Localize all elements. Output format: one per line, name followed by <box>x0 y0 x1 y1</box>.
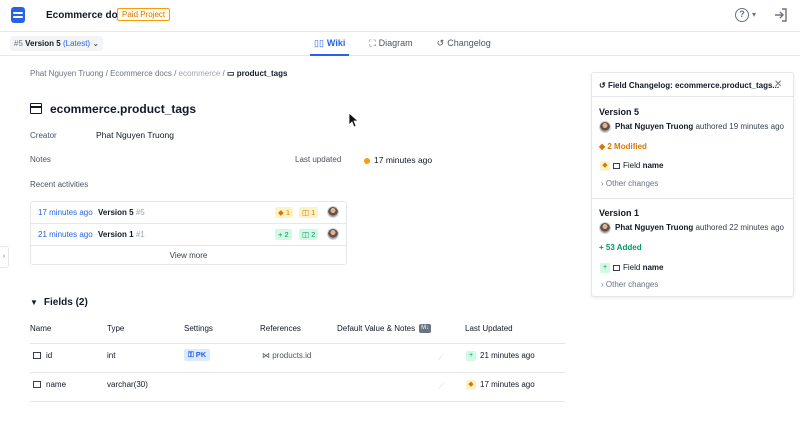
book-icon: ▯▯ <box>314 38 324 48</box>
tab-changelog[interactable]: ↺ Changelog <box>433 32 495 56</box>
relation-icon: ⋈ <box>262 351 270 360</box>
column-header-name: Name <box>30 324 52 333</box>
view-tabs: ▯▯ Wiki ⛶ Diagram ↺ Changelog <box>310 32 495 56</box>
activity-version: Version 5 #5 <box>98 208 145 217</box>
field-icon <box>33 381 41 389</box>
creator-value: Phat Nguyen Truong <box>96 130 174 140</box>
breadcrumb: Phat Nguyen Truong / Ecommerce docs / ec… <box>30 69 288 78</box>
other-changes-toggle[interactable]: › Other changes <box>601 179 658 188</box>
diagram-icon: ⛶ <box>369 38 376 48</box>
field-changelog-panel: ↺ Field Changelog: ecommerce.product_tag… <box>591 72 794 297</box>
markdown-icon: M↓ <box>419 324 432 334</box>
column-header-type: Type <box>107 324 125 333</box>
history-icon: ↺ <box>599 81 606 90</box>
breadcrumb-project[interactable]: Ecommerce docs <box>110 69 172 78</box>
field-icon <box>613 265 620 271</box>
field-last-updated: +21 minutes ago <box>466 351 535 361</box>
changelog-field-item[interactable]: ◆ Field name <box>600 161 663 171</box>
version-name: Version 5 <box>25 39 61 48</box>
row-divider <box>30 343 565 344</box>
fields-section-toggle[interactable]: ▼ Fields (2) <box>30 297 88 308</box>
avatar <box>599 222 611 234</box>
sidebar-expand-button[interactable]: › <box>0 246 9 268</box>
added-icon: + <box>600 263 610 273</box>
primary-key-badge: ⚿ PK <box>184 349 211 361</box>
field-reference[interactable]: ⋈ products.id <box>262 351 311 360</box>
column-header-default-notes: Default Value & Notes M↓ <box>337 324 432 334</box>
version-number: #5 <box>14 39 23 48</box>
history-icon: ↺ <box>436 38 445 48</box>
added-icon: + <box>466 351 476 361</box>
breadcrumb-schema[interactable]: ecommerce <box>179 69 221 78</box>
mouse-cursor-icon <box>348 112 358 128</box>
changelog-version-title[interactable]: Version 5 <box>599 107 639 117</box>
changelog-version-title[interactable]: Version 1 <box>599 208 639 218</box>
panel-divider <box>592 198 793 199</box>
sign-in-icon[interactable] <box>773 7 789 23</box>
view-more-button[interactable]: View more <box>31 246 346 265</box>
field-name[interactable]: name <box>33 380 66 389</box>
creator-label: Creator <box>30 131 57 140</box>
panel-title: ↺ Field Changelog: ecommerce.product_tag… <box>599 81 780 90</box>
field-type: int <box>107 351 116 360</box>
table-change-chip: ◫ 1 <box>299 207 319 218</box>
collapse-triangle-icon: ▼ <box>30 298 38 307</box>
column-header-references: References <box>260 324 301 333</box>
changelog-author: Phat Nguyen Truong authored 19 minutes a… <box>599 121 784 133</box>
changelog-summary: ◆ 2 Modified <box>599 142 647 151</box>
chevron-down-icon: ⌄ <box>92 39 100 48</box>
field-last-updated: ◆ 17 minutes ago <box>466 380 535 390</box>
column-header-settings: Settings <box>184 324 213 333</box>
field-icon <box>613 163 620 169</box>
table-change-chip: ◫ 2 <box>299 229 319 240</box>
last-updated-value: 17 minutes ago <box>364 155 432 165</box>
activity-time[interactable]: 17 minutes ago <box>38 208 93 217</box>
page-title: ecommerce.product_tags <box>50 102 197 116</box>
version-latest-tag: (Latest) <box>62 39 91 48</box>
notes-label: Notes <box>30 155 51 164</box>
recent-activities-label: Recent activities <box>30 180 89 189</box>
paid-project-badge: Paid Project <box>117 8 171 21</box>
table-icon <box>30 103 42 114</box>
help-circle-icon[interactable]: ? <box>735 8 749 22</box>
modified-icon: ◆ <box>466 380 476 390</box>
sub-bar: #5 Version 5 (Latest) ⌄ ▯▯ Wiki ⛶ Diagram … <box>0 32 800 56</box>
modified-icon: ◆ <box>600 161 610 171</box>
last-updated-label: Last updated <box>295 155 342 164</box>
database-logo-icon[interactable] <box>11 7 25 23</box>
top-bar: Ecommerce docs Paid Project ? ▾ <box>0 0 800 32</box>
row-divider <box>30 401 565 402</box>
added-count-chip: + 2 <box>275 229 292 240</box>
activity-row[interactable]: 21 minutes ago Version 1 #1 + 2 ◫ 2 <box>31 224 346 246</box>
modified-count-chip: ◆ 1 <box>275 207 294 218</box>
close-icon[interactable]: ✕ <box>774 79 782 90</box>
version-selector[interactable]: #5 Version 5 (Latest) ⌄ <box>10 36 104 51</box>
panel-header: ↺ Field Changelog: ecommerce.product_tag… <box>592 73 793 97</box>
modified-dot-icon <box>364 157 370 164</box>
breadcrumb-owner[interactable]: Phat Nguyen Truong <box>30 69 103 78</box>
chevron-down-icon[interactable]: ▾ <box>752 10 756 19</box>
edit-note-icon[interactable]: ⟋ <box>438 353 444 363</box>
field-type: varchar(30) <box>107 380 148 389</box>
changelog-field-item[interactable]: + Field name <box>600 263 663 273</box>
activity-row[interactable]: 17 minutes ago Version 5 #5 ◆ 1 ◫ 1 <box>31 202 346 224</box>
avatar <box>327 228 339 240</box>
avatar <box>599 121 611 133</box>
changelog-author: Phat Nguyen Truong authored 22 minutes a… <box>599 222 784 234</box>
column-header-last-updated: Last Updated <box>465 324 513 333</box>
activity-version: Version 1 #1 <box>98 230 145 239</box>
activity-time[interactable]: 21 minutes ago <box>38 230 93 239</box>
recent-activities-list: 17 minutes ago Version 5 #5 ◆ 1 ◫ 1 21 m… <box>30 201 347 265</box>
other-changes-toggle[interactable]: › Other changes <box>601 280 658 289</box>
edit-note-icon[interactable]: ⟋ <box>438 382 444 392</box>
field-name[interactable]: id <box>33 351 52 360</box>
field-icon <box>33 352 41 360</box>
changelog-summary: + 53 Added <box>599 243 642 252</box>
avatar <box>327 206 339 218</box>
breadcrumb-table: ▭ product_tags <box>227 69 288 78</box>
tab-diagram[interactable]: ⛶ Diagram <box>365 32 416 56</box>
tab-wiki[interactable]: ▯▯ Wiki <box>310 32 350 56</box>
row-divider <box>30 372 565 373</box>
